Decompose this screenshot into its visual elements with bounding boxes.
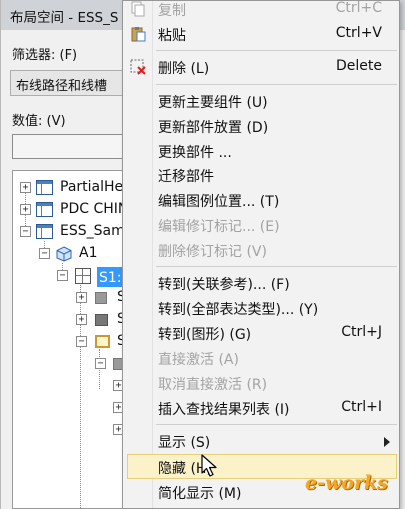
menu-item-shortcut: Delete bbox=[336, 58, 382, 74]
menu-item-label: 粘贴 bbox=[158, 28, 186, 44]
part-icon bbox=[95, 292, 107, 304]
sheet-icon bbox=[36, 202, 53, 217]
value-label: 数值: (V) bbox=[12, 114, 66, 129]
menu-item-shortcut: Ctrl+I bbox=[341, 399, 382, 415]
menu-item-shortcut: Ctrl+J bbox=[341, 324, 382, 340]
menu-item-label: 更换部件 ... bbox=[158, 145, 232, 161]
menu-separator bbox=[156, 84, 397, 85]
frame-icon bbox=[95, 335, 110, 348]
collapse-icon[interactable]: − bbox=[76, 336, 87, 347]
menu-separator bbox=[156, 424, 397, 425]
menu-item-label: 编辑图例位置... (T) bbox=[158, 194, 280, 210]
menu-item-delete[interactable]: 删除 (L) Delete bbox=[123, 55, 399, 80]
menu-separator bbox=[156, 50, 397, 51]
context-menu: 复制 Ctrl+C 粘贴 Ctrl+V 删除 (L) Delete 更新主要组件… bbox=[122, 0, 400, 509]
copy-icon bbox=[131, 1, 145, 17]
tree-item-label: PartialHe bbox=[60, 179, 124, 195]
menu-item-label: 迁移部件 bbox=[158, 169, 214, 185]
menu-item-shortcut: Ctrl+V bbox=[335, 25, 382, 41]
menu-item-label: 转到(全部表达类型)... (Y) bbox=[158, 302, 319, 318]
menu-item-label: 转到(图形) (G) bbox=[158, 327, 252, 343]
filter-label: 筛选器: (F) bbox=[12, 48, 78, 63]
menu-item-edit-revision-marks[interactable]: 编辑修订标记... (E) bbox=[123, 213, 399, 238]
chevron-right-icon bbox=[384, 437, 390, 447]
menu-item-paste[interactable]: 粘贴 Ctrl+V bbox=[123, 22, 399, 47]
menu-item-replace-part[interactable]: 更换部件 ... bbox=[123, 139, 399, 164]
menu-item-delete-revision-marks[interactable]: 删除修订标记 (V) bbox=[123, 238, 399, 263]
tree-item-label: PDC CHIN bbox=[60, 201, 129, 217]
menu-item-cancel-direct-activate[interactable]: 取消直接激活 (R) bbox=[123, 371, 399, 396]
menu-item-direct-activate[interactable]: 直接激活 (A) bbox=[123, 346, 399, 371]
menu-item-label: 更新主要组件 (U) bbox=[158, 95, 268, 111]
menu-item-label: 插入查找结果列表 (I) bbox=[158, 402, 290, 418]
layout-icon bbox=[75, 268, 91, 284]
watermark-logo: e-works bbox=[305, 470, 400, 504]
menu-item-show[interactable]: 显示 (S) bbox=[123, 429, 399, 454]
menu-item-shortcut: Ctrl+C bbox=[335, 0, 382, 16]
menu-separator bbox=[156, 266, 397, 267]
menu-item-migrate-part[interactable]: 迁移部件 bbox=[123, 163, 399, 188]
menu-item-insert-search-results[interactable]: 插入查找结果列表 (I) Ctrl+I bbox=[123, 396, 399, 421]
expand-icon[interactable]: + bbox=[76, 314, 87, 325]
watermark-text: e-works bbox=[305, 472, 388, 494]
menu-item-label: 直接激活 (A) bbox=[158, 352, 239, 368]
menu-item-label: 简化显示 (M) bbox=[158, 486, 242, 502]
menu-item-goto-graphic[interactable]: 转到(图形) (G) Ctrl+J bbox=[123, 321, 399, 346]
sheet-icon bbox=[36, 180, 53, 195]
menu-item-label: 删除 (L) bbox=[158, 61, 210, 77]
menu-item-edit-legend-position[interactable]: 编辑图例位置... (T) bbox=[123, 188, 399, 213]
menu-item-label: 转到(关联参考)... (F) bbox=[158, 277, 290, 293]
menu-item-label: 删除修订标记 (V) bbox=[158, 244, 267, 260]
delete-icon bbox=[130, 59, 146, 75]
menu-item-label: 编辑修订标记... (E) bbox=[158, 219, 280, 235]
menu-item-label: 显示 (S) bbox=[158, 435, 211, 451]
expand-icon[interactable]: + bbox=[76, 292, 87, 303]
part-icon bbox=[95, 314, 108, 326]
menu-item-update-main-components[interactable]: 更新主要组件 (U) bbox=[123, 89, 399, 114]
cube-icon bbox=[56, 246, 72, 262]
collapse-icon[interactable]: − bbox=[39, 248, 50, 259]
menu-item-label: 取消直接激活 (R) bbox=[158, 377, 268, 393]
menu-item-label: 复制 bbox=[158, 3, 186, 19]
sheet-icon bbox=[36, 224, 53, 239]
expand-icon[interactable]: + bbox=[20, 204, 31, 215]
menu-item-label: 更新部件放置 (D) bbox=[158, 120, 269, 136]
menu-item-goto-all-representations[interactable]: 转到(全部表达类型)... (Y) bbox=[123, 296, 399, 321]
menu-item-copy[interactable]: 复制 Ctrl+C bbox=[123, 0, 399, 22]
expand-icon[interactable]: + bbox=[20, 182, 31, 193]
mouse-cursor-icon bbox=[201, 454, 217, 477]
menu-item-goto-reference[interactable]: 转到(关联参考)... (F) bbox=[123, 271, 399, 296]
collapse-icon[interactable]: − bbox=[57, 270, 68, 281]
collapse-icon[interactable]: − bbox=[20, 226, 31, 237]
paste-icon bbox=[131, 27, 146, 42]
tree-item-label: A1 bbox=[79, 245, 98, 261]
menu-item-update-part-placement[interactable]: 更新部件放置 (D) bbox=[123, 114, 399, 139]
collapse-icon[interactable]: − bbox=[95, 358, 106, 369]
